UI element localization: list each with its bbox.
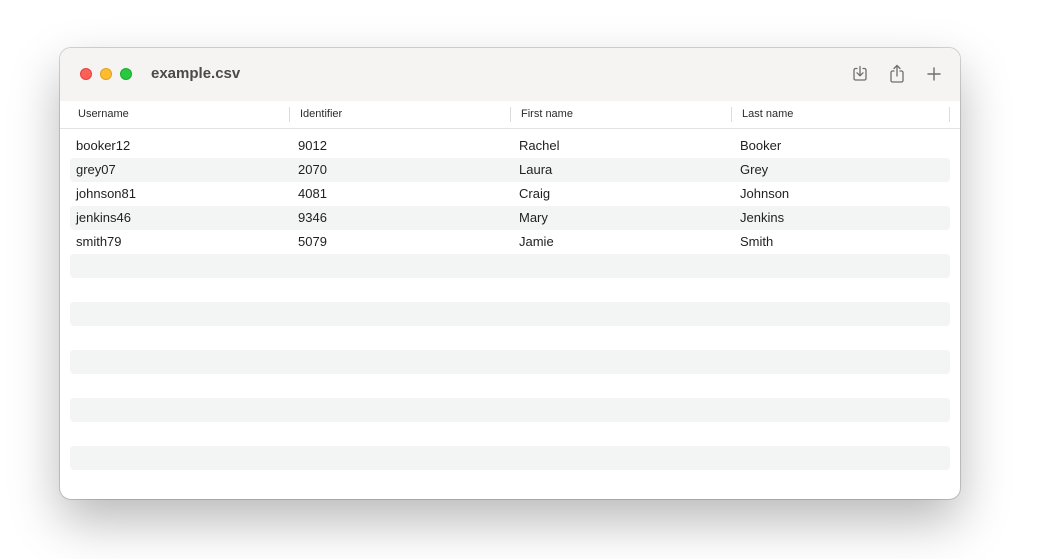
- cell-identifier: 2070: [298, 162, 327, 177]
- table-row[interactable]: grey07 2070 Laura Grey: [70, 158, 950, 182]
- download-icon[interactable]: [849, 63, 871, 85]
- cell-identifier: 5079: [298, 234, 327, 249]
- cell-last-name: Jenkins: [740, 210, 785, 225]
- table-row[interactable]: smith79 5079 Jamie Smith: [70, 230, 950, 254]
- empty-row: [70, 374, 950, 398]
- minimize-window-button[interactable]: [100, 68, 112, 80]
- cell-username: booker12: [76, 138, 131, 153]
- column-divider[interactable]: [289, 107, 290, 122]
- cell-first-name: Jamie: [519, 234, 554, 249]
- cell-first-name: Laura: [519, 162, 553, 177]
- column-divider[interactable]: [949, 107, 950, 122]
- table-row[interactable]: jenkins46 9346 Mary Jenkins: [70, 206, 950, 230]
- empty-row: [70, 422, 950, 446]
- cell-first-name: Rachel: [519, 138, 560, 153]
- cell-last-name: Smith: [740, 234, 774, 249]
- cell-first-name: Craig: [519, 186, 551, 201]
- title-bar[interactable]: example.csv: [60, 48, 960, 102]
- column-header-identifier[interactable]: Identifier: [300, 108, 342, 120]
- plus-icon[interactable]: [923, 63, 945, 85]
- cell-last-name: Booker: [740, 138, 782, 153]
- cell-first-name: Mary: [519, 210, 548, 225]
- empty-row: [70, 254, 950, 278]
- empty-row: [70, 302, 950, 326]
- empty-row: [70, 398, 950, 422]
- cell-username: jenkins46: [76, 210, 131, 225]
- empty-row: [70, 446, 950, 470]
- cell-identifier: 9012: [298, 138, 327, 153]
- window-title: example.csv: [151, 65, 241, 82]
- empty-row: [70, 278, 950, 302]
- share-icon[interactable]: [886, 63, 908, 85]
- close-window-button[interactable]: [80, 68, 92, 80]
- column-divider[interactable]: [731, 107, 732, 122]
- column-header-first-name[interactable]: First name: [521, 108, 573, 120]
- column-header-last-name[interactable]: Last name: [742, 108, 793, 120]
- empty-row: [70, 350, 950, 374]
- cell-username: grey07: [76, 162, 116, 177]
- cell-identifier: 9346: [298, 210, 327, 225]
- cell-identifier: 4081: [298, 186, 327, 201]
- cell-last-name: Grey: [740, 162, 769, 177]
- table-row[interactable]: johnson81 4081 Craig Johnson: [70, 182, 950, 206]
- empty-row: [70, 326, 950, 350]
- zoom-window-button[interactable]: [120, 68, 132, 80]
- table-body: booker12 9012 Rachel Booker grey07 2070 …: [70, 134, 950, 470]
- column-divider[interactable]: [510, 107, 511, 122]
- table-header: Username Identifier First name Last name: [60, 101, 960, 129]
- cell-last-name: Johnson: [740, 186, 790, 201]
- column-header-username[interactable]: Username: [78, 108, 129, 120]
- app-window: example.csv Username Identifier First na…: [60, 48, 960, 499]
- table-row[interactable]: booker12 9012 Rachel Booker: [70, 134, 950, 158]
- cell-username: johnson81: [76, 186, 136, 201]
- cell-username: smith79: [76, 234, 122, 249]
